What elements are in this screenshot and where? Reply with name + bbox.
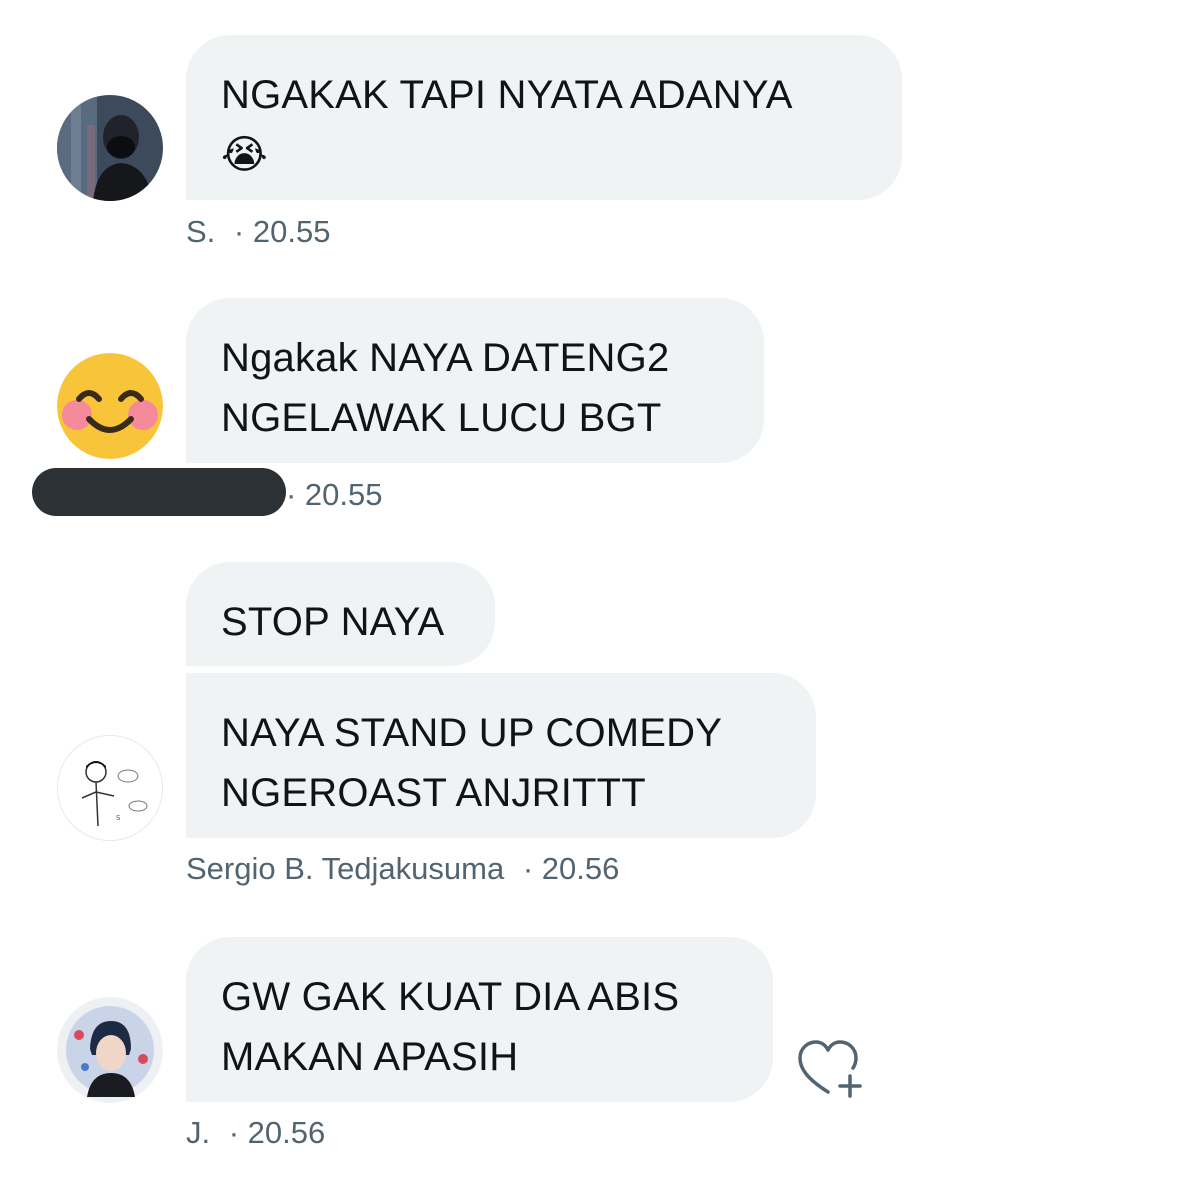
timestamp: · 20.55: [286, 477, 383, 512]
stick-figure-doodle-icon: S: [58, 736, 162, 840]
message-meta: · 20.55: [286, 477, 383, 513]
message-meta: S. · 20.55: [186, 214, 330, 250]
message-text: NGEROAST ANJRITTT: [221, 771, 646, 815]
message-meta: Sergio B. Tedjakusuma · 20.56: [186, 851, 619, 887]
avatar[interactable]: [57, 95, 163, 201]
sender-name[interactable]: S.: [186, 214, 215, 249]
message-bubble[interactable]: Ngakak NAYA DATENG2 NGELAWAK LUCU BGT: [186, 298, 764, 463]
message-bubble[interactable]: NGAKAK TAPI NYATA ADANYA 😭: [186, 35, 902, 200]
profile-photo-icon: [57, 997, 163, 1103]
message-text: STOP NAYA: [221, 600, 445, 644]
heart-plus-icon: [798, 1040, 862, 1098]
avatar[interactable]: [57, 997, 163, 1103]
message-text: MAKAN APASIH: [221, 1035, 519, 1079]
message-text: NGAKAK TAPI NYATA ADANYA: [221, 73, 793, 117]
sender-name[interactable]: J.: [186, 1115, 210, 1150]
message-bubble[interactable]: STOP NAYA: [186, 562, 495, 666]
smiling-blush-emoji-icon: [57, 353, 163, 459]
redacted-sender-name: [32, 468, 286, 516]
timestamp: · 20.56: [522, 851, 620, 886]
add-reaction-button[interactable]: [796, 1038, 866, 1100]
svg-text:S: S: [116, 814, 121, 822]
message-bubble[interactable]: GW GAK KUAT DIA ABIS MAKAN APASIH: [186, 937, 773, 1102]
avatar[interactable]: [57, 353, 163, 459]
timestamp: · 20.55: [233, 214, 331, 249]
crying-emoji: 😭: [221, 133, 268, 177]
sender-name[interactable]: Sergio B. Tedjakusuma: [186, 851, 504, 886]
message-meta: J. · 20.56: [186, 1115, 325, 1151]
message-bubble[interactable]: NAYA STAND UP COMEDY NGEROAST ANJRITTT: [186, 673, 816, 838]
message-text: GW GAK KUAT DIA ABIS: [221, 975, 680, 1019]
profile-photo-icon: [57, 95, 163, 201]
timestamp: · 20.56: [228, 1115, 326, 1150]
message-text: NAYA STAND UP COMEDY: [221, 711, 723, 755]
avatar[interactable]: S: [57, 735, 163, 841]
message-text: Ngakak NAYA DATENG2: [221, 336, 670, 380]
message-text: NGELAWAK LUCU BGT: [221, 396, 662, 440]
